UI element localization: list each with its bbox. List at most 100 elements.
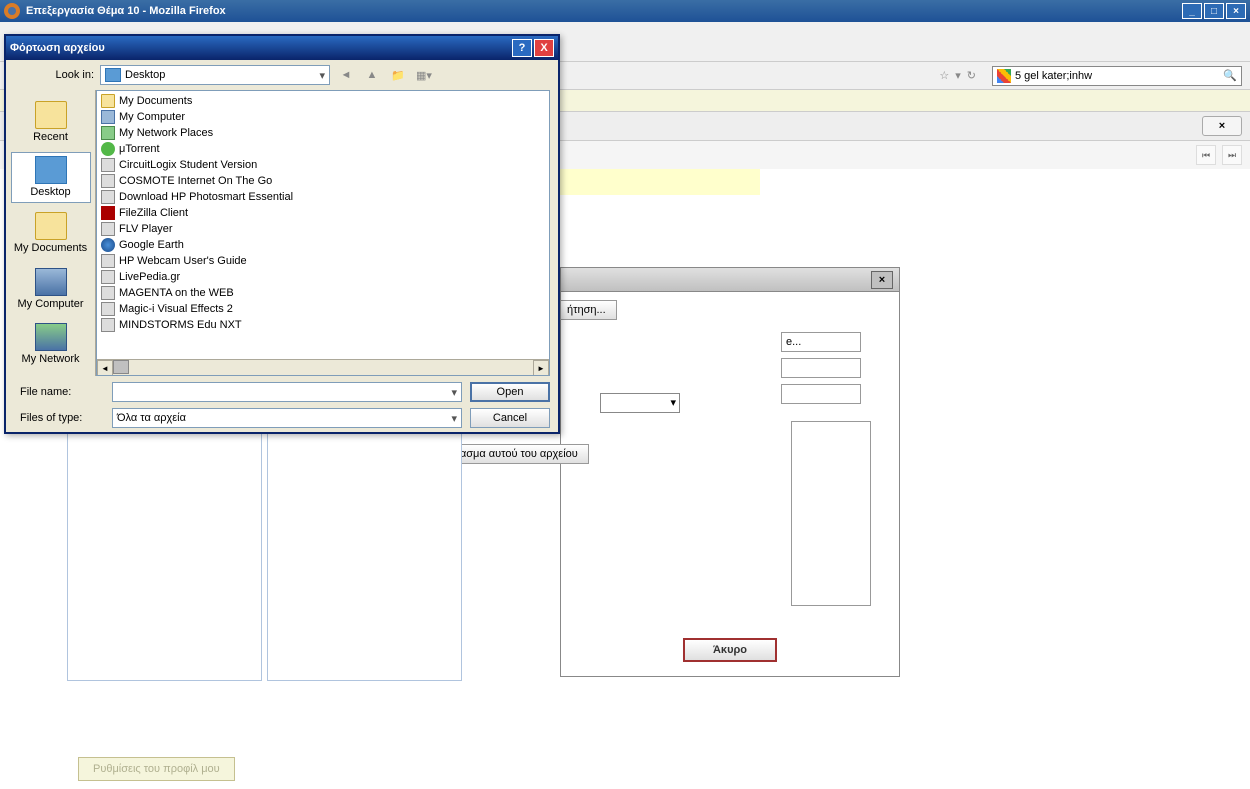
file-list-pane-right[interactable] xyxy=(267,431,462,681)
modal-field-1[interactable]: e... xyxy=(781,332,861,352)
app-icon xyxy=(101,158,115,172)
app-icon xyxy=(101,270,115,284)
firefox-icon xyxy=(4,3,20,19)
horizontal-scrollbar[interactable]: ◄ ► xyxy=(97,359,549,375)
app-icon xyxy=(101,318,115,332)
search-icon[interactable]: 🔍 xyxy=(1223,69,1237,82)
file-open-dialog: Φόρτωση αρχείου ? X Look in: Desktop ◄ ▲… xyxy=(4,34,560,434)
file-item-label: COSMOTE Internet On The Go xyxy=(119,175,272,187)
dialog-bottom-row: File name: Open Files of type: Όλα τα αρ… xyxy=(6,376,558,434)
browse-button[interactable]: ήτηση... xyxy=(560,300,617,320)
dropdown-icon[interactable]: ▾ xyxy=(955,69,961,82)
filetype-value: Όλα τα αρχεία xyxy=(117,412,186,424)
view-menu-icon[interactable]: ▦▾ xyxy=(414,65,434,85)
file-item[interactable]: Google Earth xyxy=(99,237,547,253)
file-item-label: FLV Player xyxy=(119,223,173,235)
filename-input[interactable] xyxy=(117,386,443,398)
window-titlebar: Επεξεργασία Θέμα 10 - Mozilla Firefox _ … xyxy=(0,0,1250,22)
modal-cancel-button[interactable]: Άκυρο xyxy=(683,638,777,662)
modal-field-3[interactable] xyxy=(781,384,861,404)
file-item-label: My Documents xyxy=(119,95,192,107)
file-item-label: CircuitLogix Student Version xyxy=(119,159,257,171)
desktop-icon xyxy=(105,68,121,82)
filezilla-icon xyxy=(101,206,115,220)
file-list-pane-left[interactable] xyxy=(67,431,262,681)
prev-icon[interactable]: ⏮ xyxy=(1196,145,1216,165)
cancel-button[interactable]: Cancel xyxy=(470,408,550,428)
documents-icon xyxy=(35,212,67,240)
app-icon xyxy=(101,302,115,316)
place-computer[interactable]: My Computer xyxy=(11,263,91,315)
file-item[interactable]: MINDSTORMS Edu NXT xyxy=(99,317,547,333)
file-item[interactable]: Magic-i Visual Effects 2 xyxy=(99,301,547,317)
file-item-label: HP Webcam User's Guide xyxy=(119,255,247,267)
file-item[interactable]: My Documents xyxy=(99,93,547,109)
next-icon[interactable]: ⏭ xyxy=(1222,145,1242,165)
lookin-combo[interactable]: Desktop xyxy=(100,65,330,85)
file-item[interactable]: COSMOTE Internet On The Go xyxy=(99,173,547,189)
file-item[interactable]: MAGENTA on the WEB xyxy=(99,285,547,301)
app-icon xyxy=(101,190,115,204)
image-properties-modal: × e... Άκυρο xyxy=(560,267,900,677)
app-icon xyxy=(101,286,115,300)
minimize-button[interactable]: _ xyxy=(1182,3,1202,19)
network-icon xyxy=(101,126,115,140)
behind-dropdown[interactable] xyxy=(600,393,680,413)
open-button[interactable]: Open xyxy=(470,382,550,402)
google-icon xyxy=(997,69,1011,83)
profile-settings-tab[interactable]: Ρυθμίσεις του προφίλ μου xyxy=(78,757,235,781)
search-input[interactable] xyxy=(1015,70,1219,82)
scroll-left-icon[interactable]: ◄ xyxy=(97,360,113,376)
lookin-row: Look in: Desktop ◄ ▲ 📁 ▦▾ xyxy=(6,60,558,90)
scroll-thumb[interactable] xyxy=(113,360,129,374)
file-item[interactable]: Download HP Photosmart Essential xyxy=(99,189,547,205)
modal-field-2[interactable] xyxy=(781,358,861,378)
places-bar: Recent Desktop My Documents My Computer … xyxy=(6,90,96,376)
tab-close-button[interactable]: × xyxy=(1202,116,1242,136)
place-desktop[interactable]: Desktop xyxy=(11,152,91,204)
recent-icon xyxy=(35,101,67,129)
highlight-strip xyxy=(560,169,760,195)
scroll-right-icon[interactable]: ► xyxy=(533,360,549,376)
computer-icon xyxy=(101,110,115,124)
modal-close-button[interactable]: × xyxy=(871,271,893,289)
close-button[interactable]: × xyxy=(1226,3,1246,19)
bookmark-star-icon[interactable]: ☆ xyxy=(939,69,949,82)
dialog-help-button[interactable]: ? xyxy=(512,39,532,57)
search-box[interactable]: 🔍 xyxy=(992,66,1242,86)
filename-combo[interactable] xyxy=(112,382,462,402)
up-icon[interactable]: ▲ xyxy=(362,65,382,85)
app-icon xyxy=(101,222,115,236)
reload-icon[interactable]: ↻ xyxy=(967,69,976,82)
file-item-label: FileZilla Client xyxy=(119,207,188,219)
file-item-label: μTorrent xyxy=(119,143,160,155)
place-recent[interactable]: Recent xyxy=(11,96,91,148)
file-item[interactable]: CircuitLogix Student Version xyxy=(99,157,547,173)
maximize-button[interactable]: □ xyxy=(1204,3,1224,19)
file-item-label: MINDSTORMS Edu NXT xyxy=(119,319,242,331)
desktop-place-icon xyxy=(35,156,67,184)
place-network[interactable]: My Network xyxy=(11,318,91,370)
file-list[interactable]: My Documents My Computer My Network Places… xyxy=(96,90,550,376)
filetype-combo[interactable]: Όλα τα αρχεία xyxy=(112,408,462,428)
file-item[interactable]: μTorrent xyxy=(99,141,547,157)
network-icon xyxy=(35,323,67,351)
file-item[interactable]: LivePedia.gr xyxy=(99,269,547,285)
place-documents[interactable]: My Documents xyxy=(11,207,91,259)
window-title: Επεξεργασία Θέμα 10 - Mozilla Firefox xyxy=(26,5,1182,17)
file-item[interactable]: FLV Player xyxy=(99,221,547,237)
file-item[interactable]: FileZilla Client xyxy=(99,205,547,221)
filetype-label: Files of type: xyxy=(14,412,104,424)
back-icon[interactable]: ◄ xyxy=(336,65,356,85)
file-item-label: My Computer xyxy=(119,111,185,123)
computer-icon xyxy=(35,268,67,296)
file-item[interactable]: HP Webcam User's Guide xyxy=(99,253,547,269)
folder-icon xyxy=(101,94,115,108)
dialog-close-button[interactable]: X xyxy=(534,39,554,57)
file-item[interactable]: My Network Places xyxy=(99,125,547,141)
new-folder-icon[interactable]: 📁 xyxy=(388,65,408,85)
file-item-label: LivePedia.gr xyxy=(119,271,180,283)
file-item[interactable]: My Computer xyxy=(99,109,547,125)
dialog-titlebar: Φόρτωση αρχείου ? X xyxy=(6,36,558,60)
window-controls: _ □ × xyxy=(1182,3,1246,19)
